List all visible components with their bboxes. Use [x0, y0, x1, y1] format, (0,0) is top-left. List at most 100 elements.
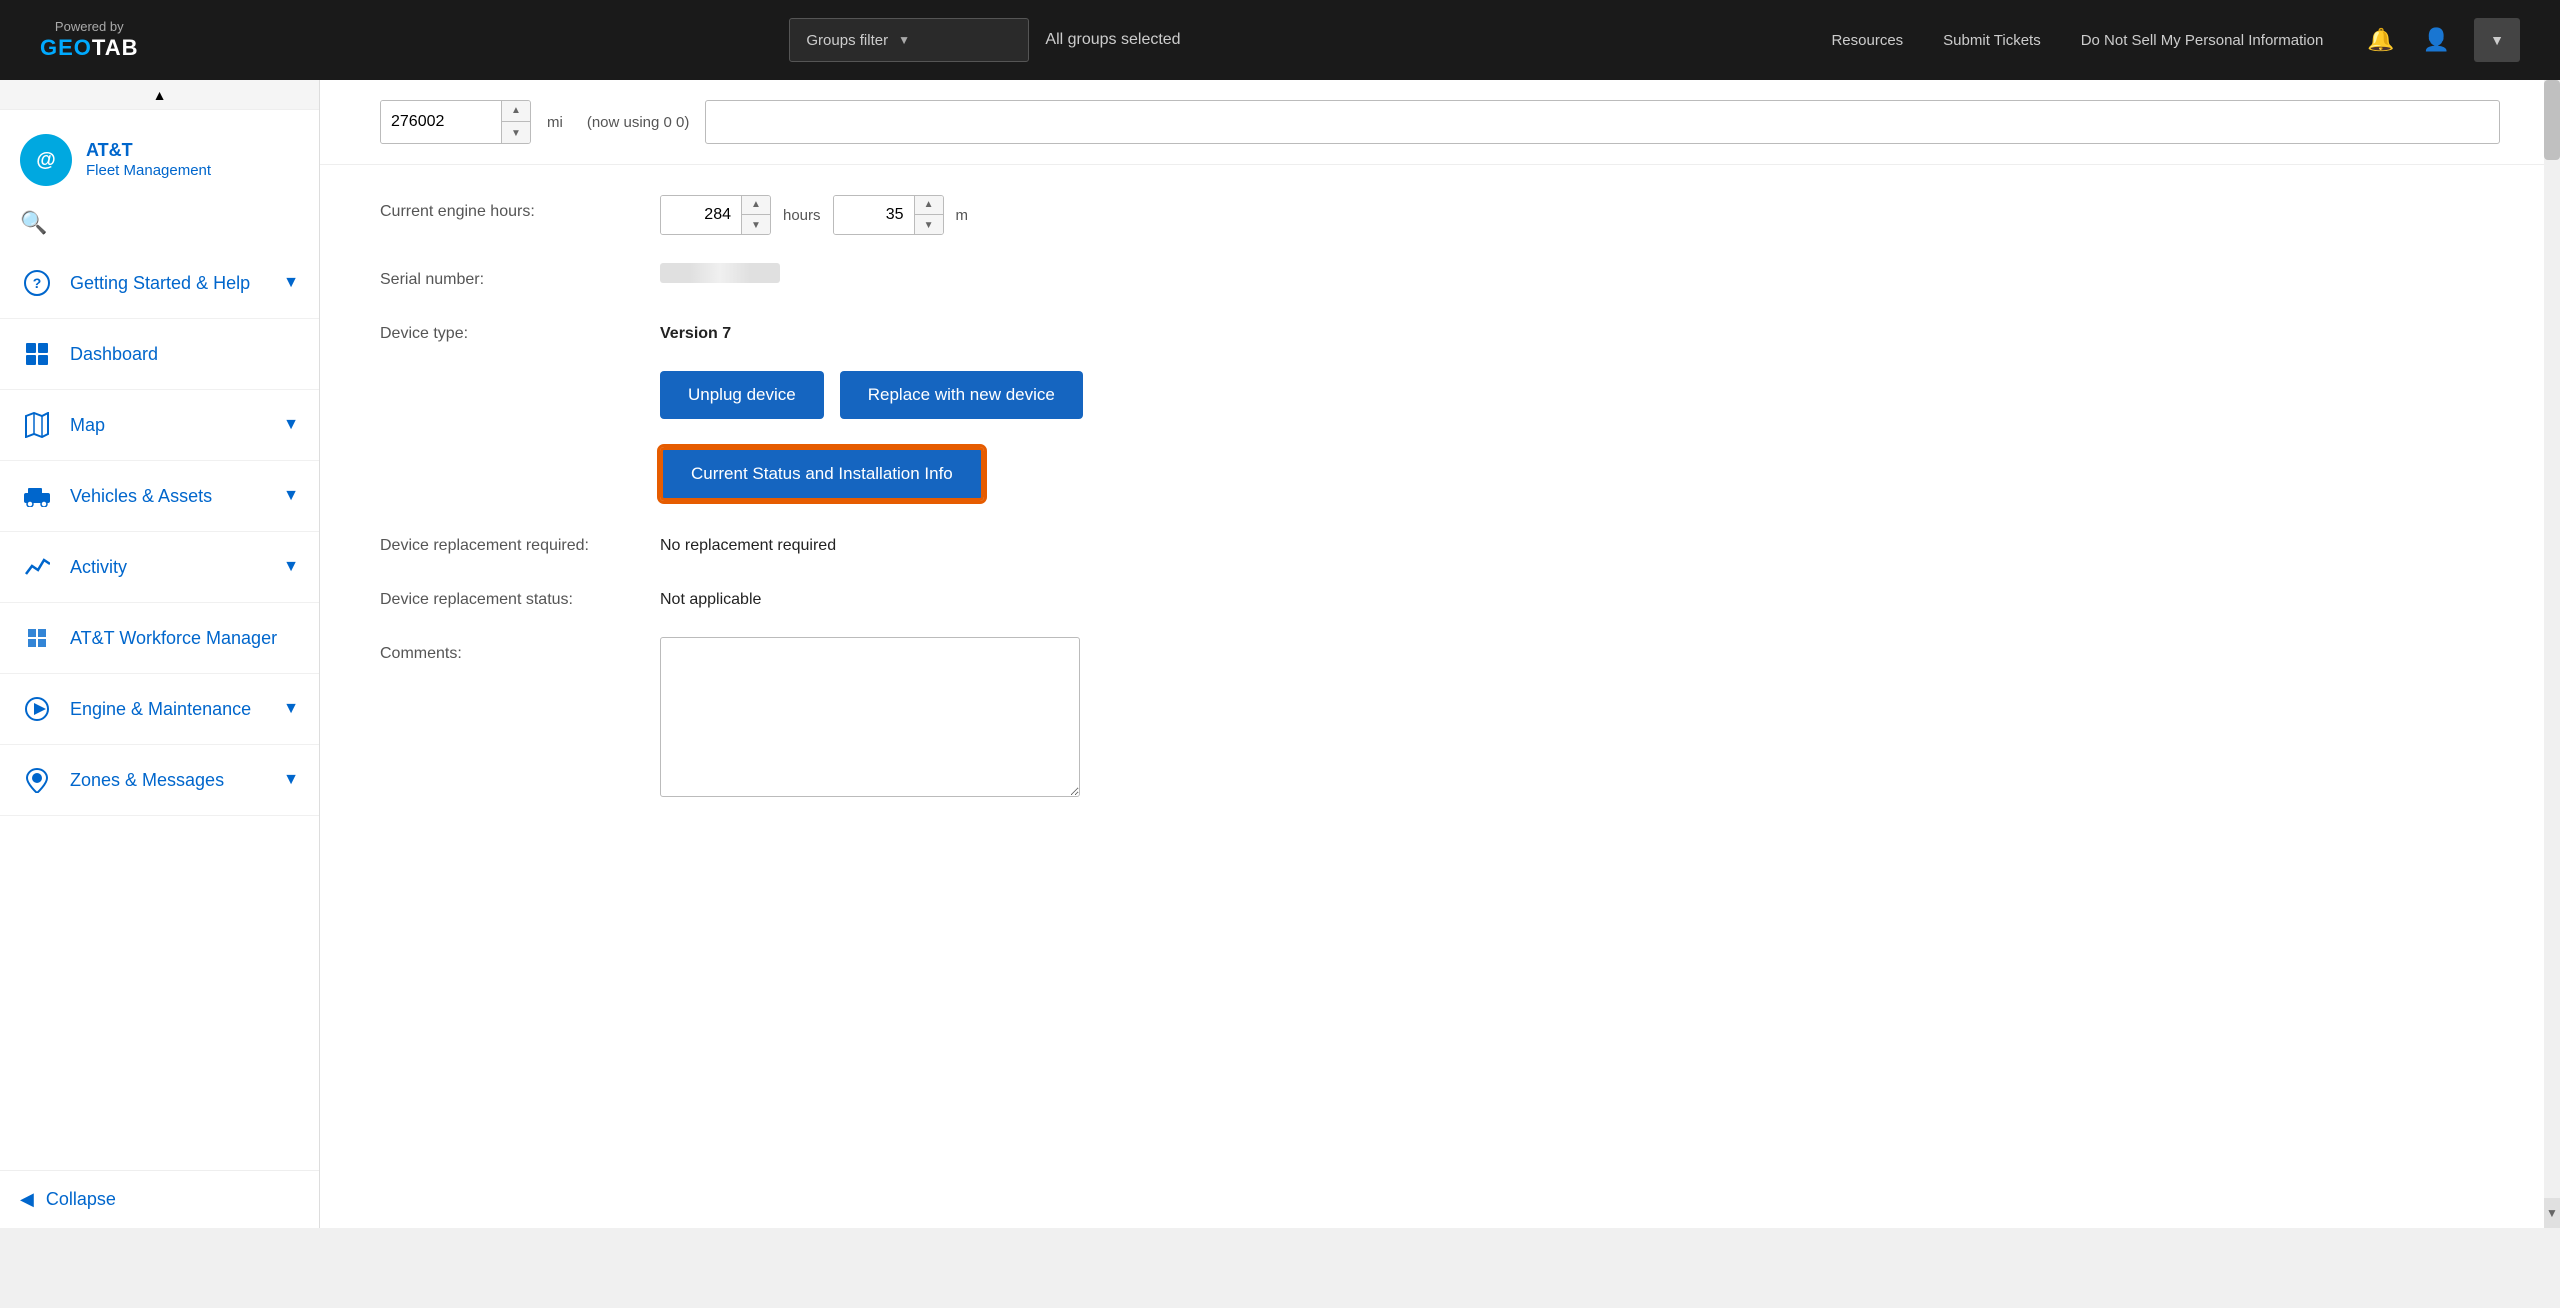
device-type-label: Device type:: [380, 317, 640, 343]
odometer-note: (now using 0 0): [587, 114, 690, 131]
geotab-logo: GEOTAB: [40, 35, 139, 61]
current-status-button[interactable]: Current Status and Installation Info: [660, 447, 984, 501]
engine-label: Engine & Maintenance: [70, 699, 267, 720]
groups-filter-label: Groups filter: [806, 32, 888, 49]
notifications-icon[interactable]: 🔔: [2363, 23, 2398, 57]
vehicles-label: Vehicles & Assets: [70, 486, 267, 507]
scrollbar-thumb[interactable]: [2544, 80, 2560, 160]
engine-hours-increment-btn[interactable]: ▲: [742, 195, 770, 215]
sidebar-item-map[interactable]: Map ▼: [0, 390, 319, 461]
sidebar-item-workforce[interactable]: AT&T Workforce Manager: [0, 603, 319, 674]
user-dropdown-arrow-icon: ▼: [2490, 32, 2504, 48]
engine-minutes-spinner[interactable]: ▲ ▼: [833, 195, 944, 235]
all-groups-selected-text: All groups selected: [1045, 31, 1180, 49]
workforce-label: AT&T Workforce Manager: [70, 628, 299, 649]
user-icon[interactable]: 👤: [2419, 23, 2454, 57]
collapse-button[interactable]: ◀ Collapse: [0, 1170, 319, 1228]
main-layout: ▲ @ AT&T Fleet Management 🔍 ? Getting St…: [0, 80, 2560, 1228]
engine-minutes-input[interactable]: [834, 195, 914, 235]
device-form: Current engine hours: ▲ ▼ hours ▲: [320, 165, 1720, 855]
engine-hours-inputs: ▲ ▼ hours ▲ ▼ m: [660, 195, 968, 235]
sidebar-item-activity[interactable]: Activity ▼: [0, 532, 319, 603]
engine-hours-spinner[interactable]: ▲ ▼: [660, 195, 771, 235]
map-label: Map: [70, 415, 267, 436]
scrollbar-down-arrow[interactable]: ▼: [2544, 1198, 2560, 1228]
sidebar-search[interactable]: 🔍: [0, 202, 319, 248]
zones-label: Zones & Messages: [70, 770, 267, 791]
sidebar-item-vehicles[interactable]: Vehicles & Assets ▼: [0, 461, 319, 532]
unplug-device-button[interactable]: Unplug device: [660, 371, 824, 419]
comments-row: Comments:: [380, 637, 1660, 797]
powered-by-text: Powered by: [55, 19, 124, 35]
status-button-container: Current Status and Installation Info: [660, 447, 1660, 501]
resources-link[interactable]: Resources: [1831, 32, 1903, 49]
map-icon: [20, 408, 54, 442]
getting-started-chevron-icon: ▼: [283, 274, 299, 292]
top-nav-icons: 🔔 👤 ▼: [2363, 18, 2520, 62]
odometer-unit-label: mi: [547, 114, 563, 131]
main-content: ▲ ▼ mi (now using 0 0) Current engine ho…: [320, 80, 2560, 1228]
top-nav-left: Powered by GEOTAB: [40, 19, 139, 61]
att-brand-text: AT&T Fleet Management: [86, 140, 211, 180]
engine-minutes-decrement-btn[interactable]: ▼: [915, 215, 943, 235]
serial-number-label: Serial number:: [380, 263, 640, 289]
sidebar-item-zones[interactable]: Zones & Messages ▼: [0, 745, 319, 816]
comments-textarea[interactable]: [660, 637, 1080, 797]
collapse-label: Collapse: [46, 1189, 116, 1210]
device-type-value: Version 7: [660, 317, 731, 343]
activity-icon: [20, 550, 54, 584]
minutes-unit-label: m: [956, 207, 969, 224]
att-brand-sub: Fleet Management: [86, 162, 211, 180]
att-brand-name: AT&T: [86, 140, 211, 162]
workforce-icon: [20, 621, 54, 655]
device-replacement-required-value: No replacement required: [660, 529, 836, 555]
scrollbar-track: ▼: [2544, 80, 2560, 1228]
sidebar-logo: @ AT&T Fleet Management: [0, 110, 319, 202]
action-buttons-row: Unplug device Replace with new device: [660, 371, 1660, 419]
getting-started-label: Getting Started & Help: [70, 273, 267, 294]
sidebar-item-engine[interactable]: Engine & Maintenance ▼: [0, 674, 319, 745]
submit-tickets-link[interactable]: Submit Tickets: [1943, 32, 2041, 49]
engine-hours-row: Current engine hours: ▲ ▼ hours ▲: [380, 195, 1660, 235]
engine-minutes-increment-btn[interactable]: ▲: [915, 195, 943, 215]
zones-chevron-icon: ▼: [283, 771, 299, 789]
do-not-sell-link[interactable]: Do Not Sell My Personal Information: [2081, 32, 2324, 49]
odometer-extra-input[interactable]: [705, 100, 2500, 144]
replace-device-button[interactable]: Replace with new device: [840, 371, 1083, 419]
odometer-spinner-btns: ▲ ▼: [501, 100, 530, 144]
dashboard-icon: [20, 337, 54, 371]
engine-hours-decrement-btn[interactable]: ▼: [742, 215, 770, 235]
odometer-increment-btn[interactable]: ▲: [502, 100, 530, 122]
search-icon[interactable]: 🔍: [20, 210, 47, 235]
device-replacement-required-row: Device replacement required: No replacem…: [380, 529, 1660, 555]
groups-filter-arrow-icon: ▼: [898, 33, 910, 47]
engine-chevron-icon: ▼: [283, 700, 299, 718]
engine-hours-input[interactable]: [661, 195, 741, 235]
device-replacement-required-label: Device replacement required:: [380, 529, 640, 555]
att-logo: @: [20, 134, 72, 186]
odometer-decrement-btn[interactable]: ▼: [502, 122, 530, 144]
odometer-input[interactable]: [381, 100, 501, 144]
sidebar-item-dashboard[interactable]: Dashboard: [0, 319, 319, 390]
engine-minutes-spinner-btns: ▲ ▼: [914, 195, 943, 235]
sidebar-scroll-up[interactable]: ▲: [0, 80, 319, 110]
vehicles-chevron-icon: ▼: [283, 487, 299, 505]
user-dropdown-button[interactable]: ▼: [2474, 18, 2520, 62]
top-nav-right: Resources Submit Tickets Do Not Sell My …: [1831, 18, 2520, 62]
hours-unit-label: hours: [783, 207, 821, 224]
top-input-row: ▲ ▼ mi (now using 0 0): [320, 80, 2560, 165]
device-replacement-status-value: Not applicable: [660, 583, 761, 609]
zones-icon: [20, 763, 54, 797]
collapse-arrow-icon: ◀: [20, 1189, 34, 1210]
groups-filter-bar: Groups filter ▼ All groups selected: [789, 18, 1180, 62]
device-replacement-status-label: Device replacement status:: [380, 583, 640, 609]
svg-text:?: ?: [33, 275, 42, 291]
serial-number-row: Serial number:: [380, 263, 1660, 289]
sidebar-item-getting-started[interactable]: ? Getting Started & Help ▼: [0, 248, 319, 319]
comments-label: Comments:: [380, 637, 640, 663]
groups-filter-button[interactable]: Groups filter ▼: [789, 18, 1029, 62]
odometer-spinner[interactable]: ▲ ▼: [380, 100, 531, 144]
map-chevron-icon: ▼: [283, 416, 299, 434]
activity-chevron-icon: ▼: [283, 558, 299, 576]
device-replacement-status-row: Device replacement status: Not applicabl…: [380, 583, 1660, 609]
